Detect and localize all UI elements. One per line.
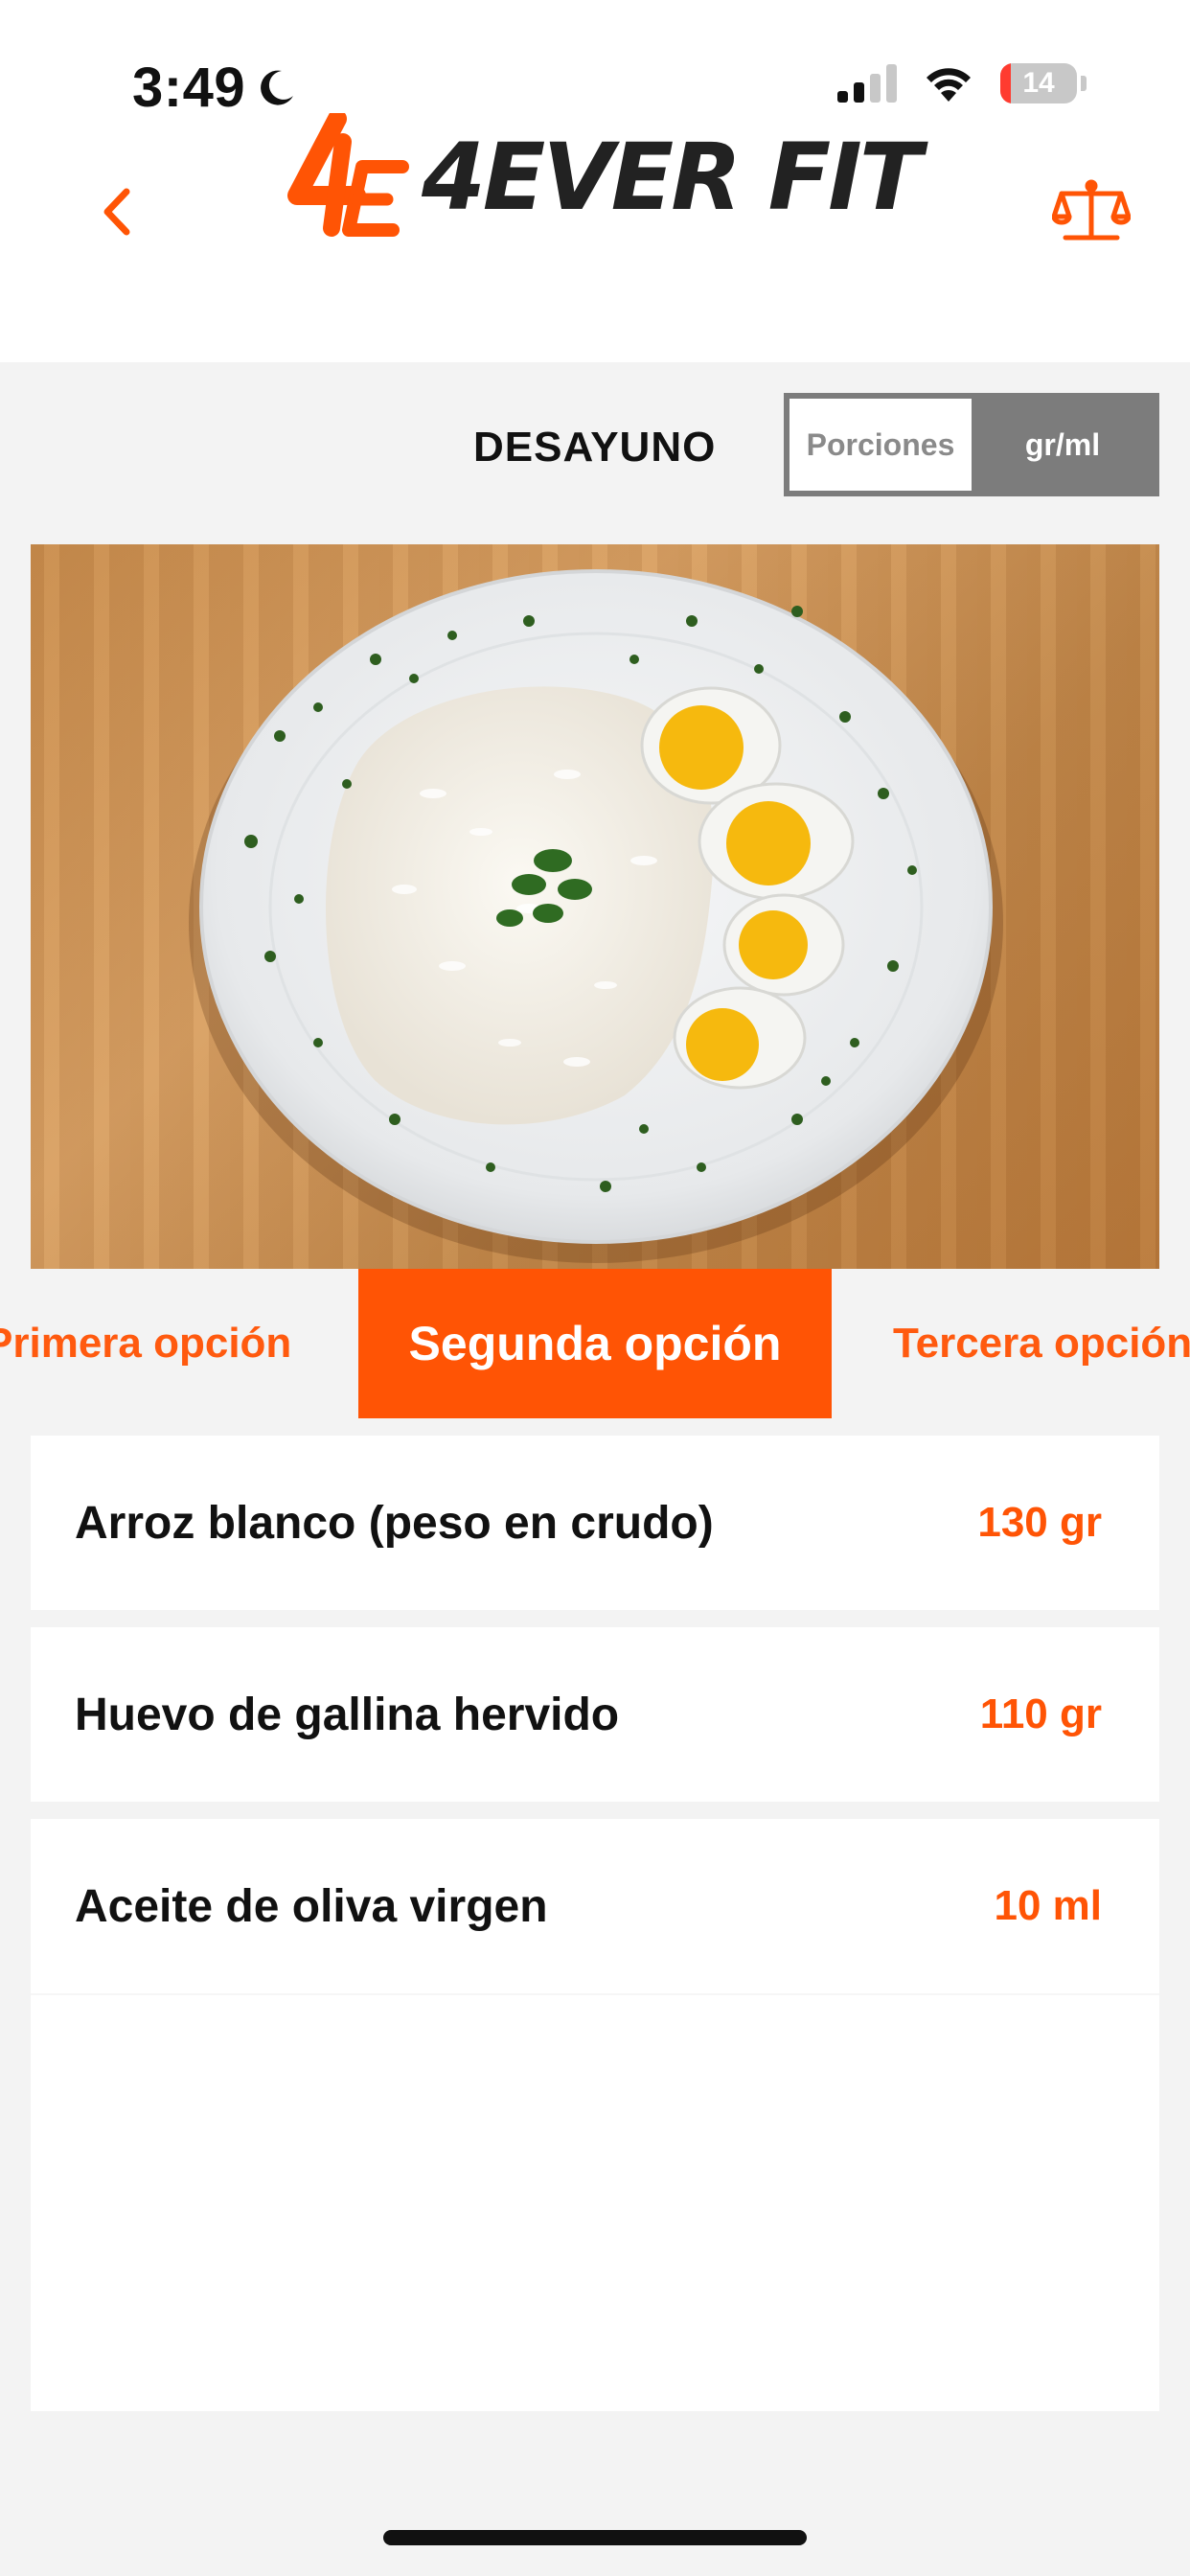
battery-percent: 14: [1022, 67, 1055, 99]
ingredient-amount: 10 ml: [994, 1882, 1102, 1929]
row-divider: [31, 1993, 1159, 1995]
app-logo: 4EVER FIT: [287, 113, 922, 242]
ingredient-list: Arroz blanco (peso en crudo) 130 gr Huev…: [31, 1436, 1159, 2411]
status-time: 3:49: [132, 56, 297, 120]
ingredient-name: Aceite de oliva virgen: [75, 1880, 548, 1932]
unit-toggle[interactable]: Porciones gr/ml: [784, 393, 1159, 496]
battery-tip: [1081, 76, 1087, 91]
options-tabs: Primera opción Segunda opción Tercera op…: [0, 1269, 1190, 1418]
ingredient-row: Arroz blanco (peso en crudo) 130 gr: [31, 1436, 1159, 1610]
toggle-gr-ml[interactable]: gr/ml: [972, 399, 1154, 491]
ingredient-name: Arroz blanco (peso en crudo): [75, 1497, 714, 1549]
row-divider: [31, 1802, 1159, 1819]
battery-icon: 14: [1000, 63, 1077, 104]
tab-tercera-opcion[interactable]: Tercera opción: [893, 1269, 1190, 1418]
status-icons: 14: [837, 63, 1087, 104]
status-time-text: 3:49: [132, 57, 246, 119]
wifi-icon: [927, 68, 971, 102]
tab-segunda-opcion[interactable]: Segunda opción: [358, 1269, 832, 1418]
row-divider: [31, 1610, 1159, 1627]
ingredient-name: Huevo de gallina hervido: [75, 1689, 620, 1740]
meal-photo-illustration: [189, 569, 1003, 1263]
toggle-porciones[interactable]: Porciones: [790, 399, 972, 491]
ingredient-amount: 110 gr: [979, 1690, 1102, 1737]
moon-icon: [261, 70, 294, 105]
ingredient-row: Aceite de oliva virgen 10 ml: [31, 1819, 1159, 1993]
back-chevron-icon[interactable]: [92, 178, 142, 245]
logo-text: 4EVER FIT: [422, 124, 922, 231]
home-indicator[interactable]: [383, 2530, 807, 2545]
meal-photo: [31, 544, 1159, 1269]
logo-mark: [287, 113, 409, 237]
app-header: 3:49 14 4EVER FIT: [0, 0, 1190, 362]
cellular-signal-icon: [837, 64, 897, 103]
battery-level: [1000, 63, 1012, 104]
ingredient-row: Huevo de gallina hervido 110 gr: [31, 1627, 1159, 1802]
scale-icon[interactable]: [1052, 178, 1131, 245]
tab-primera-opcion[interactable]: Primera opción: [0, 1269, 341, 1418]
ingredient-amount: 130 gr: [977, 1499, 1102, 1546]
